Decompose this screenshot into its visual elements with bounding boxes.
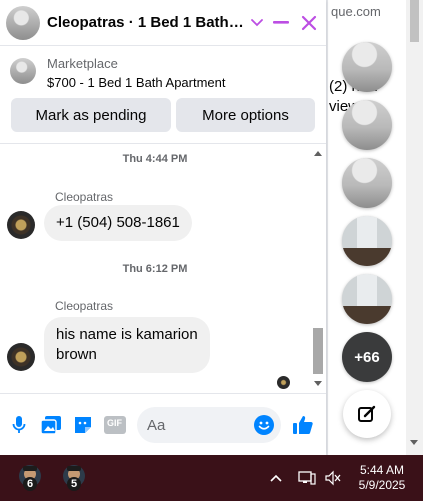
emoji-icon[interactable]: [254, 415, 274, 435]
message-line: his name is kamarion: [56, 326, 198, 343]
chat-header: Cleopatras · 1 Bed 1 Bath A...: [0, 0, 326, 46]
scroll-down-arrow-icon[interactable]: [410, 440, 418, 445]
sticker-icon[interactable]: [72, 414, 94, 436]
scroll-down-arrow-icon[interactable]: [314, 381, 322, 386]
chat-head-photo: [342, 274, 392, 324]
chat-head[interactable]: [342, 100, 392, 150]
chevron-up-icon[interactable]: [267, 469, 285, 487]
chat-heads-strip: +66: [338, 0, 398, 455]
taskbar-app[interactable]: 6: [16, 463, 44, 493]
chat-head-photo: [342, 216, 392, 266]
message-line: brown: [56, 346, 97, 363]
message-bubble[interactable]: his name is kamarion brown: [44, 317, 210, 373]
thumbs-up-icon[interactable]: [292, 414, 314, 436]
chat-window: Cleopatras · 1 Bed 1 Bath A... Marketpla…: [0, 0, 326, 455]
clock-time: 5:44 AM: [359, 463, 405, 477]
listing-thumbnail[interactable]: [10, 58, 36, 84]
chat-head-photo: [342, 158, 392, 208]
message-timestamp: Thu 4:44 PM: [122, 153, 188, 165]
message-sender: Cleopatras: [55, 190, 114, 204]
chat-head[interactable]: [342, 42, 392, 92]
scroll-up-arrow-icon[interactable]: [314, 151, 322, 156]
chat-divider: [326, 0, 328, 455]
chat-head-photo: [342, 100, 392, 150]
taskbar: 6 5 5:44 AM 5/9/2025: [0, 455, 423, 501]
message-bubble[interactable]: +1 (504) 508-1861: [44, 205, 192, 241]
listing-title[interactable]: $700 - 1 Bed 1 Bath Apartment: [47, 75, 226, 90]
gif-icon[interactable]: GIF: [104, 414, 126, 436]
minimize-icon[interactable]: [270, 12, 292, 34]
read-receipt-avatar: [277, 376, 290, 389]
volume-muted-icon[interactable]: [324, 469, 342, 487]
message-input-box[interactable]: [137, 407, 281, 443]
message-input[interactable]: [147, 415, 247, 435]
close-icon[interactable]: [298, 12, 320, 34]
notification-badge: 5: [67, 477, 81, 491]
microphone-icon[interactable]: [8, 414, 30, 436]
new-message-button[interactable]: [343, 390, 391, 438]
compose-icon: [358, 405, 376, 422]
more-chats-count: +66: [354, 348, 380, 366]
page-scrollbar-thumb[interactable]: [410, 0, 419, 42]
chat-head-photo: [342, 42, 392, 92]
clock-date: 5/9/2025: [358, 478, 406, 492]
photo-icon[interactable]: [40, 414, 62, 436]
chat-avatar[interactable]: [6, 6, 40, 40]
mark-as-pending-button[interactable]: Mark as pending: [11, 98, 171, 132]
marketplace-listing-banner: Marketplace $700 - 1 Bed 1 Bath Apartmen…: [0, 46, 326, 144]
message-list: Thu 4:44 PM Cleopatras +1 (504) 508-1861…: [0, 145, 326, 393]
chat-head[interactable]: [342, 216, 392, 266]
chat-head[interactable]: [342, 274, 392, 324]
chevron-down-icon[interactable]: [246, 12, 268, 34]
system-clock[interactable]: 5:44 AM 5/9/2025: [352, 463, 412, 493]
sender-avatar[interactable]: [7, 211, 35, 239]
sender-avatar[interactable]: [7, 343, 35, 371]
listing-source: Marketplace: [47, 56, 118, 71]
chat-scrollbar[interactable]: [310, 145, 326, 393]
chat-title[interactable]: Cleopatras · 1 Bed 1 Bath A...: [47, 14, 247, 31]
chat-head[interactable]: [342, 158, 392, 208]
message-composer: GIF: [0, 393, 326, 455]
more-options-button[interactable]: More options: [176, 98, 315, 132]
message-sender: Cleopatras: [55, 299, 114, 313]
message-timestamp: Thu 6:12 PM: [122, 263, 188, 275]
chat-scrollbar-thumb[interactable]: [313, 328, 323, 374]
taskbar-app[interactable]: 5: [60, 463, 88, 493]
network-icon[interactable]: [298, 469, 316, 487]
notification-badge: 6: [23, 477, 37, 491]
gif-label: GIF: [107, 418, 122, 428]
more-chats-button[interactable]: +66: [342, 332, 392, 382]
page-scrollbar[interactable]: [406, 0, 423, 455]
